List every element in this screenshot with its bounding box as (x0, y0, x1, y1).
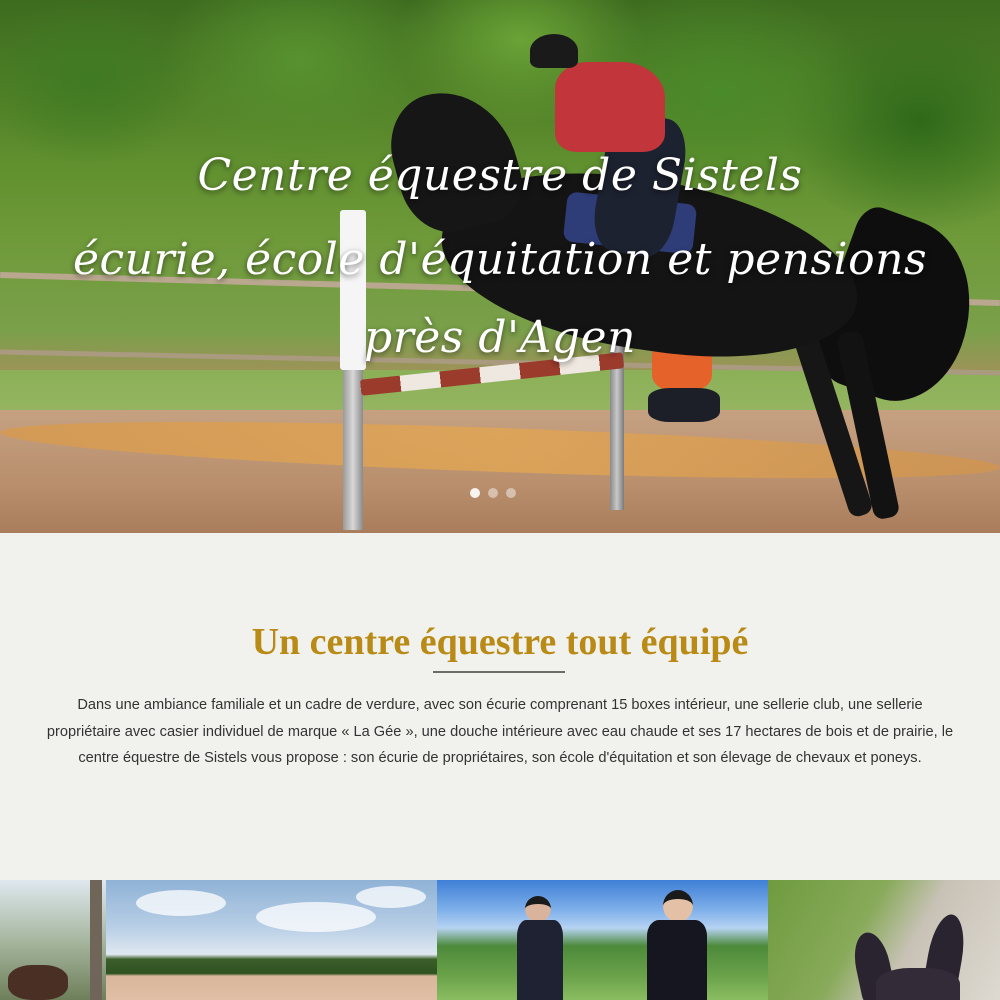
hero-title-line-2: écurie, école d'équitation et pensions (72, 234, 928, 285)
cloud (136, 890, 226, 916)
tree-trunk (90, 880, 102, 1000)
rider-head-1 (525, 896, 551, 922)
slider-dot-3[interactable] (506, 488, 516, 498)
rider-jacket-1 (517, 920, 563, 1000)
rider-jacket-2 (647, 920, 707, 1000)
gallery-photo-horse-tree[interactable] (0, 880, 106, 1000)
hero-slider: Centre équestre de Sistels écurie, école… (0, 0, 1000, 533)
slider-dot-1[interactable] (470, 488, 480, 498)
gallery-photo-horse-ears[interactable] (768, 880, 1000, 1000)
cloud (356, 886, 426, 908)
photographer-legs (648, 388, 720, 422)
cloud (256, 902, 376, 932)
photo-gallery (0, 880, 1000, 1000)
horse-shape (8, 965, 68, 1000)
gallery-photo-arena[interactable] (106, 880, 437, 1000)
title-underline-divider (433, 671, 565, 673)
hero-title-line-1: Centre équestre de Sistels (197, 150, 803, 201)
gallery-photo-riders[interactable] (437, 880, 768, 1000)
horse-head (876, 968, 960, 1000)
hero-title-line-3: près d'Agen (364, 312, 636, 363)
intro-paragraph: Dans une ambiance familiale et un cadre … (46, 697, 954, 766)
slider-pagination (470, 488, 516, 498)
slider-dot-2[interactable] (488, 488, 498, 498)
rider-head-2 (663, 890, 693, 922)
section-title: Un centre équestre tout équipé (251, 621, 749, 663)
rider-helmet (530, 34, 578, 68)
rider-torso (555, 62, 665, 152)
